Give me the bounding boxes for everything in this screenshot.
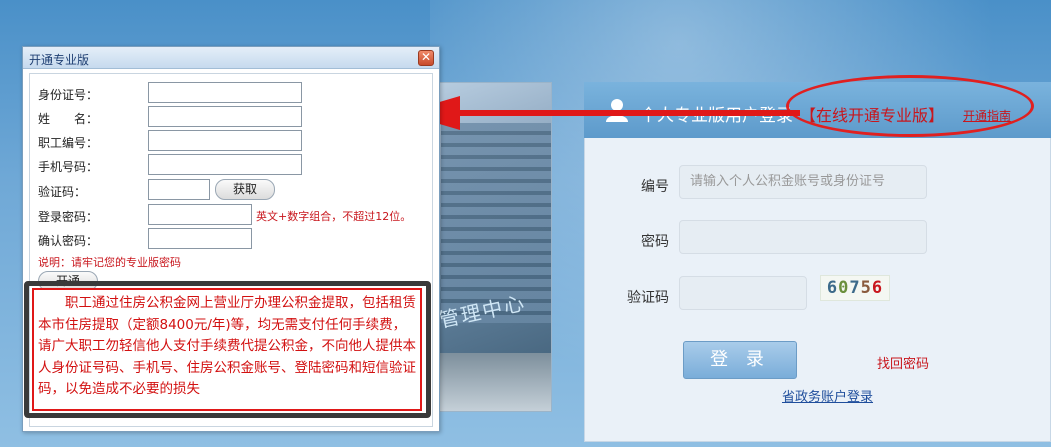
dialog-captcha-input[interactable] [148,179,210,200]
get-code-button[interactable]: 获取 [215,179,275,200]
captcha-label: 验证码 [627,290,669,306]
name-label: 姓 名： [38,112,99,126]
close-icon[interactable]: ✕ [418,50,434,66]
confirm-password-label: 确认密码： [38,234,99,248]
dialog-titlebar: 开通专业版 ✕ [23,47,439,69]
login-password-input[interactable] [148,204,252,225]
id-card-label: 身份证号： [38,88,99,102]
photo-ground [431,353,551,411]
phone-input[interactable] [148,154,302,175]
account-label: 编号 [641,179,669,195]
dialog-captcha-label: 验证码： [38,185,87,199]
captcha-image[interactable]: 60756 [820,275,890,301]
id-card-input[interactable] [148,82,302,103]
login-button[interactable]: 登 录 [683,341,797,379]
password-label: 密码 [641,234,669,250]
name-input[interactable] [148,106,302,127]
warning-notice: 职工通过住房公积金网上营业厅办理公积金提取，包括租赁本市住房提取（定额8400元… [32,288,422,411]
phone-label: 手机号码： [38,160,99,174]
password-hint: 英文+数字组合，不超过12位。 [256,210,412,223]
password-note: 说明：请牢记您的专业版密码 [38,256,181,269]
dialog-title: 开通专业版 [29,53,90,67]
employee-no-label: 职工编号： [38,136,99,150]
employee-no-input[interactable] [148,130,302,151]
confirm-password-input[interactable] [148,228,252,249]
highlight-ellipse [786,75,1034,137]
gov-account-login-link[interactable]: 省政务账户登录 [782,386,873,405]
login-password-label: 登录密码： [38,210,99,224]
password-input[interactable] [679,220,927,254]
account-input[interactable]: 请输入个人公积金账号或身份证号 [679,165,927,199]
captcha-input[interactable] [679,276,807,310]
red-arrow [402,96,800,130]
forgot-password-link[interactable]: 找回密码 [877,353,929,372]
